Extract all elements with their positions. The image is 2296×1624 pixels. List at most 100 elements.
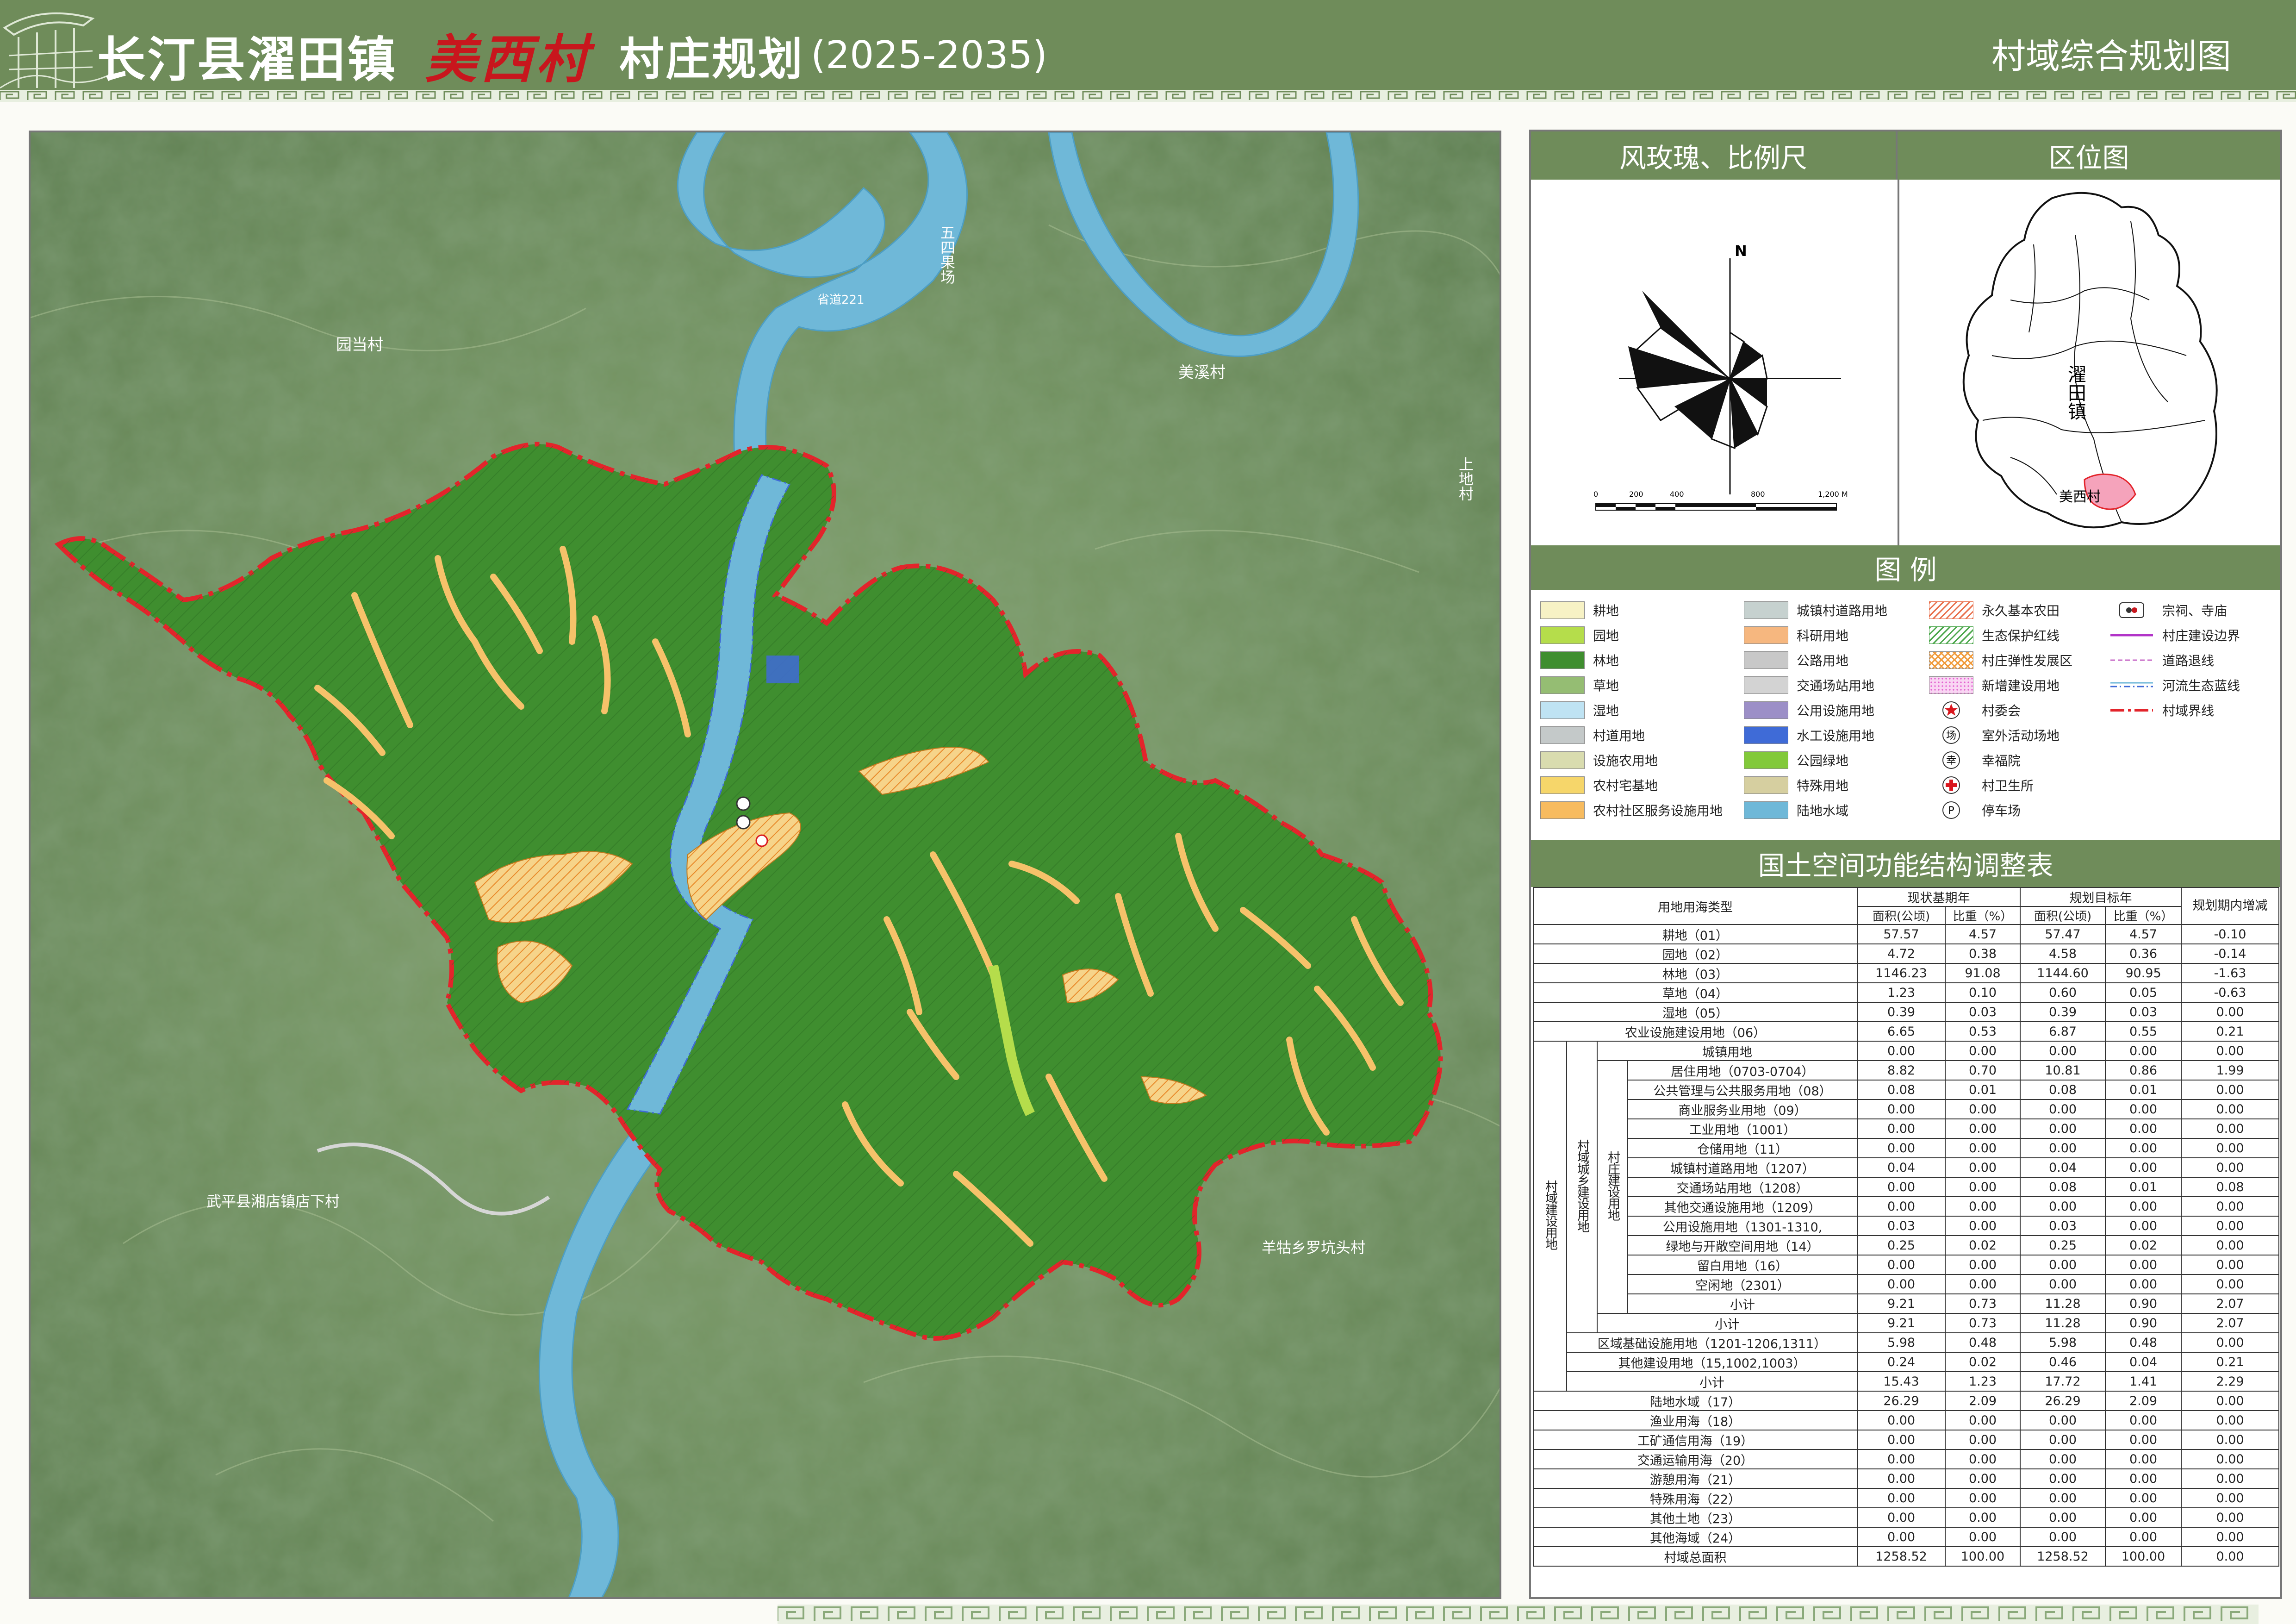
legend-item: 场 室外活动场地 [1929,725,2060,745]
cell-d: 0.00 [2181,1041,2279,1061]
legend-title: 图 例 [1531,545,2280,590]
cell-a2: 0.00 [2020,1449,2106,1469]
cell-a1: 15.43 [1857,1371,1946,1392]
cell-a2: 17.72 [2020,1371,2106,1392]
legend-item: 公园绿地 [1744,750,1848,770]
title-village: 美西村 [425,29,592,90]
cell-d: 0.00 [2181,1468,2279,1489]
table-row: 区域基础设施用地（1201-1206,1311） 5.98 0.48 5.98 0.48… [1533,1332,2279,1353]
legend-swatch [1929,626,1973,644]
title-plan: 村庄规划 [619,33,805,85]
cell-a1: 0.00 [1857,1196,1946,1217]
cell-r2: 0.00 [2105,1255,2182,1275]
table-row: 特殊用海（22） 0.00 0.00 0.00 0.00 0.00 [1533,1488,2279,1508]
legend-label: 公路用地 [1797,653,1849,668]
group-2-label: 村域城乡建设用地 [1575,1139,1589,1232]
table-row: 交通运输用海（20） 0.00 0.00 0.00 0.00 0.00 [1533,1449,2279,1469]
legend-label: 农村社区服务设施用地 [1593,803,1723,818]
legend-label: 陆地水域 [1797,803,1849,818]
legend-item: 村道用地 [1540,725,1645,745]
cell-r2: 2.09 [2105,1391,2182,1411]
location-title: 区位图 [1898,131,2280,180]
table-row: 其他交通设施用地（1209） 0.00 0.00 0.00 0.00 0.00 [1533,1196,2279,1217]
legend-item: 农村社区服务设施用地 [1540,800,1723,820]
cell-r2: 0.90 [2105,1313,2182,1333]
table-row: 村域建设用地 村域城乡建设用地 城镇用地 0.00 0.00 0.00 0.00 0.00 [1533,1041,2279,1392]
legend-item: 村委会 [1929,700,2021,720]
temple-icon [2109,601,2154,619]
table-row: 湿地（05） 0.39 0.03 0.39 0.03 0.00 [1533,1002,2279,1022]
cell-a1: 1258.52 [1857,1546,1946,1567]
legend-swatch [1540,751,1585,769]
group-3: 村庄建设用地 [1597,1060,1628,1314]
map-label-river-village: 五四果场 [938,225,956,284]
cell-name: 草地（04） [1533,982,1858,1003]
cell-r1: 0.00 [1945,1527,2021,1547]
cell-r2: 0.00 [2105,1274,2182,1294]
legend-label: 农村宅基地 [1593,778,1658,793]
cell-a2: 0.00 [2020,1196,2106,1217]
cell-a1: 9.21 [1857,1293,1946,1314]
cell-name: 游憩用海（21） [1533,1468,1858,1489]
legend-label: 村域界线 [2162,703,2215,718]
cell-a1: 26.29 [1857,1391,1946,1411]
cell-a1: 0.00 [1857,1118,1946,1139]
cell-a2: 0.00 [2020,1488,2106,1508]
cell-a1: 4.72 [1857,943,1946,964]
header-area-1: 面积(公顷) [1857,906,1946,925]
legend-label: 水工设施用地 [1797,728,1875,743]
legend-item: 生态保护红线 [1929,625,2060,645]
compass-title: 风玫瑰、比例尺 [1531,131,1898,180]
parking-icon[interactable] [736,796,751,811]
cell-r1: 1.23 [1945,1371,2021,1392]
map-label-dangcun: 园当村 [336,336,383,354]
table-row: 商业服务业用地（09） 0.00 0.00 0.00 0.00 0.00 [1533,1099,2279,1119]
cell-a1: 0.00 [1857,1099,1946,1119]
cell-r1: 0.00 [1945,1157,2021,1178]
legend-swatch [1540,626,1585,644]
cell-a2: 0.00 [2020,1430,2106,1450]
scale-tick-2: 400 [1670,490,1684,499]
legend-label: 河流生态蓝线 [2162,678,2240,693]
cell-a2: 0.39 [2020,1002,2106,1022]
cell-r2: 0.86 [2105,1060,2182,1081]
legend-label: 村庄建设边界 [2162,628,2240,643]
map-canvas[interactable]: 园当村 美溪村 省道221 上地村 五四果场 武平县湘店镇店下村 羊牯乡罗坑头村 [29,131,1501,1599]
table-row: 工业用地（1001） 0.00 0.00 0.00 0.00 0.00 [1533,1118,2279,1139]
legend-label: 永久基本农田 [1982,603,2060,618]
cell-a2: 0.00 [2020,1099,2106,1119]
legend-label: 城镇村道路用地 [1797,603,1888,618]
cell-r2: 0.36 [2105,943,2182,964]
medical-cross-icon [1929,776,1973,794]
legend-swatch [1929,676,1973,694]
activity-ground-icon[interactable] [736,815,751,830]
header-change: 规划期内增减 [2181,887,2279,925]
circle-glyph-icon: 幸 [1929,751,1973,769]
cell-name: 园地（02） [1533,943,1858,964]
legend-swatch [1744,601,1788,619]
cell-a2: 57.47 [2020,924,2106,944]
cell-r1: 0.10 [1945,982,2021,1003]
cell-name: 陆地水域（17） [1533,1391,1858,1411]
legend-swatch [1540,601,1585,619]
north-label: N [1735,242,1747,260]
table-row: 仓储用地（11） 0.00 0.00 0.00 0.00 0.00 [1533,1138,2279,1158]
header-type: 用地用海类型 [1533,887,1858,925]
cell-r2: 0.00 [2105,1430,2182,1450]
cell-r1: 0.00 [1945,1430,2021,1450]
cell-a1: 0.00 [1857,1430,1946,1450]
legend-swatch [1744,626,1788,644]
legend-item: 耕地 [1540,600,1619,620]
cell-r1: 0.02 [1945,1352,2021,1372]
cell-a1: 1.23 [1857,982,1946,1003]
legend-label: 耕地 [1593,603,1619,618]
cell-r2: 0.00 [2105,1216,2182,1236]
village-committee-icon[interactable] [755,834,768,847]
table-row: 村域总面积 1258.52 100.00 1258.52 100.00 0.00 [1533,1546,2279,1567]
cell-name: 公共管理与公共服务用地（08） [1627,1080,1858,1100]
table-row: 农业设施建设用地（06） 6.65 0.53 6.87 0.55 0.21 [1533,1021,2279,1042]
cell-d: 0.00 [2181,1002,2279,1022]
cell-name: 渔业用海（18） [1533,1410,1858,1430]
cell-a2: 6.87 [2020,1021,2106,1042]
map-label-shangtian: 上地村 [1456,456,1474,501]
